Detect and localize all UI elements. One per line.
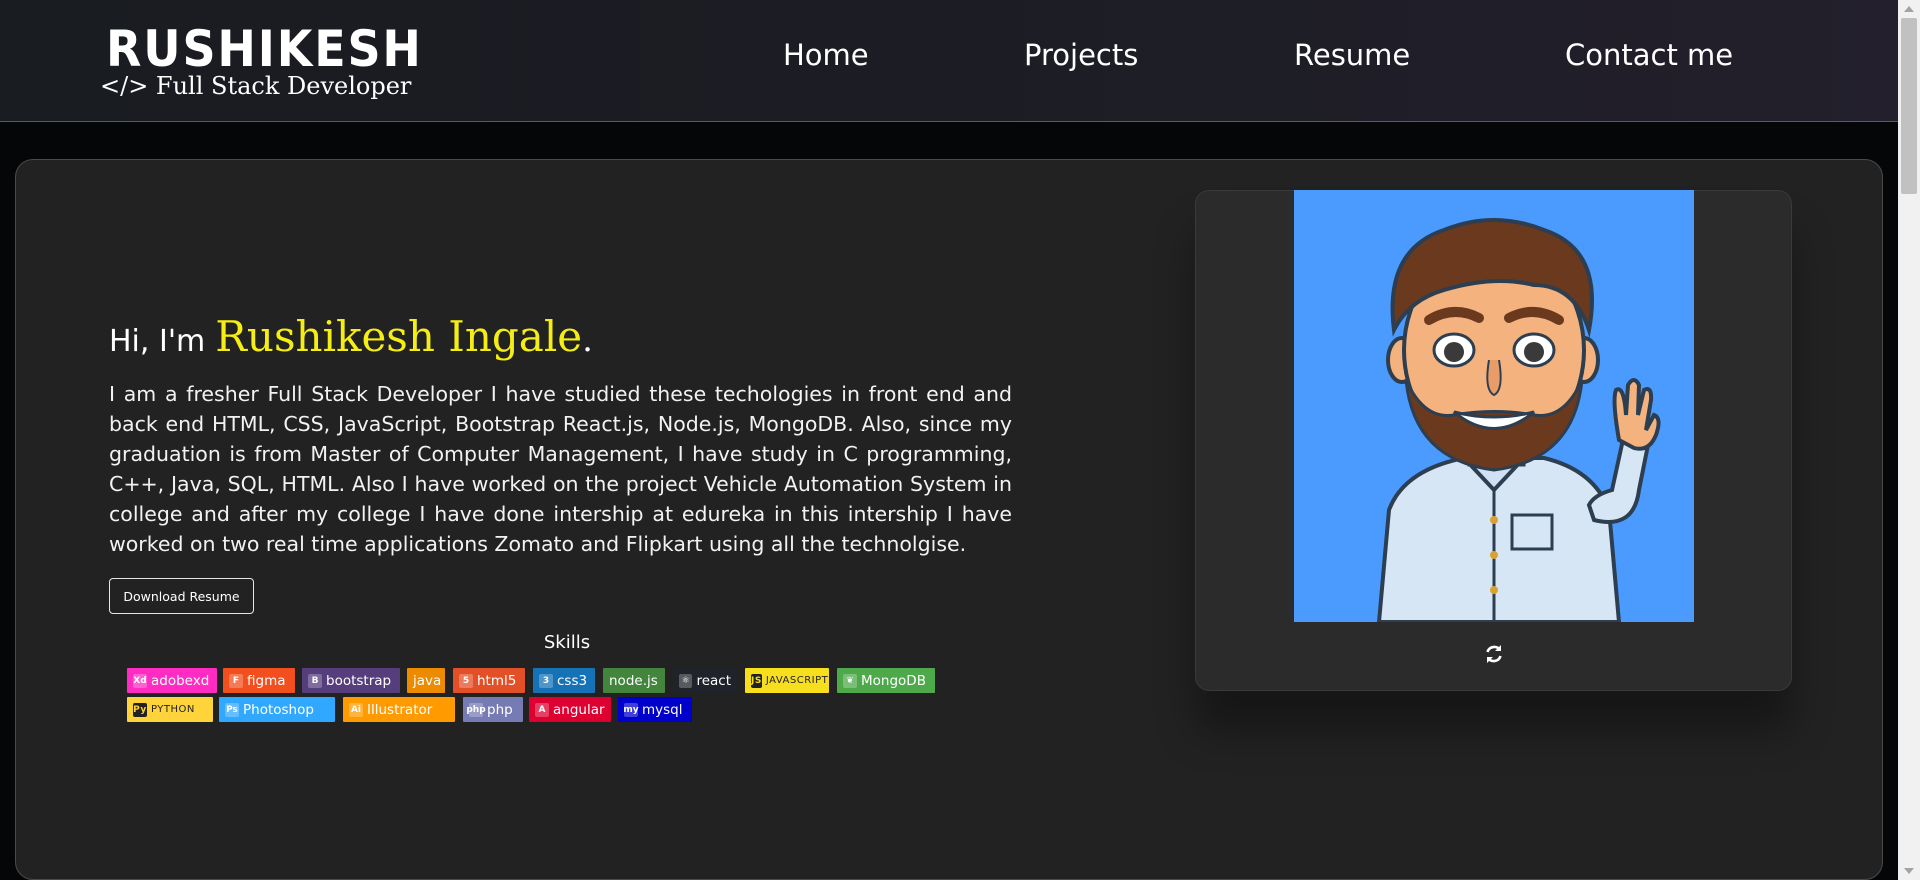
skill-badge-css3: 3 css3 <box>533 668 595 693</box>
skill-badge-java: java <box>407 668 445 693</box>
skill-label: php <box>487 701 513 718</box>
skill-badge-javascript: JS JAVASCRIPT <box>745 668 829 693</box>
skill-label: bootstrap <box>326 672 392 689</box>
main-nav: Home Projects Resume Contact me <box>0 38 1898 82</box>
avatar-image <box>1294 190 1694 622</box>
skill-label: angular <box>553 701 605 718</box>
refresh-icon[interactable] <box>1484 643 1504 665</box>
skill-icon: Ai <box>349 702 363 717</box>
skill-label: JAVASCRIPT <box>765 675 829 686</box>
cartoon-avatar-icon <box>1376 218 1661 622</box>
skill-badge-html5: 5 html5 <box>453 668 525 693</box>
download-resume-button[interactable]: Download Resume <box>109 578 254 614</box>
skill-icon: ⚛ <box>679 673 693 688</box>
skill-icon: 3 <box>539 673 553 688</box>
skill-icon: Py <box>133 702 147 717</box>
site-header: RUSHIKESH </> Full Stack Developer Home … <box>0 0 1898 122</box>
skill-badge-adobexd: Xd adobexd <box>127 668 217 693</box>
skill-label: MongoDB <box>861 672 926 689</box>
skill-badge-node-js: node.js <box>603 668 665 693</box>
hero-bio: I am a fresher Full Stack Developer I ha… <box>109 382 1012 556</box>
skill-icon: ❦ <box>843 673 857 688</box>
skill-badge-illustrator: Ai Illustrator <box>343 697 455 722</box>
skill-label: java <box>413 672 442 689</box>
skill-label: Photoshop <box>243 701 314 718</box>
name-period: . <box>582 320 593 360</box>
skill-icon: F <box>229 673 243 688</box>
skill-icon: my <box>623 702 639 717</box>
skills-title: Skills <box>543 632 591 653</box>
skill-badge-mysql: my mysql <box>618 697 692 722</box>
skill-label: PYTHON <box>151 704 195 715</box>
scroll-up-arrow-icon[interactable] <box>1904 6 1914 12</box>
nav-contact[interactable]: Contact me <box>1565 38 1733 72</box>
skill-label: Illustrator <box>367 701 433 718</box>
skill-badge-angular: Aangular <box>529 697 611 722</box>
skill-label: react <box>696 672 731 689</box>
skill-label: mysql <box>642 701 683 718</box>
skill-label: html5 <box>477 672 517 689</box>
scroll-down-arrow-icon[interactable] <box>1904 868 1914 874</box>
skill-label: node.js <box>609 672 658 689</box>
skill-icon: 5 <box>459 673 473 688</box>
skill-icon: A <box>535 702 549 717</box>
hero-greeting: Hi, I'm Rushikesh Ingale. <box>109 312 593 361</box>
skill-label: css3 <box>557 672 588 689</box>
skill-badge-php: php php <box>463 697 523 722</box>
skill-icon: php <box>466 702 486 717</box>
skill-icon: JS <box>751 673 762 688</box>
skill-badge-python: Py PYTHON <box>127 697 213 722</box>
nav-projects[interactable]: Projects <box>1024 38 1138 72</box>
nav-resume[interactable]: Resume <box>1294 38 1410 72</box>
skill-icon: Xd <box>133 673 147 688</box>
skill-badge-photoshop: Ps Photoshop <box>219 697 335 722</box>
greeting-text: Hi, I'm <box>109 324 206 359</box>
skill-icon: B <box>308 673 322 688</box>
skill-badge-bootstrap: Bbootstrap <box>302 668 400 693</box>
skill-badge-figma: Ffigma <box>223 668 295 693</box>
skill-badge-mongodb: ❦ MongoDB <box>837 668 935 693</box>
skill-label: adobexd <box>151 672 210 689</box>
skill-label: figma <box>247 672 286 689</box>
skill-badge-react: ⚛ react <box>673 668 737 693</box>
skill-icon: Ps <box>225 702 239 717</box>
scroll-thumb[interactable] <box>1901 18 1917 194</box>
hero-name: Rushikesh Ingale <box>215 312 583 361</box>
page-scrollbar[interactable] <box>1898 0 1920 880</box>
nav-home[interactable]: Home <box>783 38 869 72</box>
